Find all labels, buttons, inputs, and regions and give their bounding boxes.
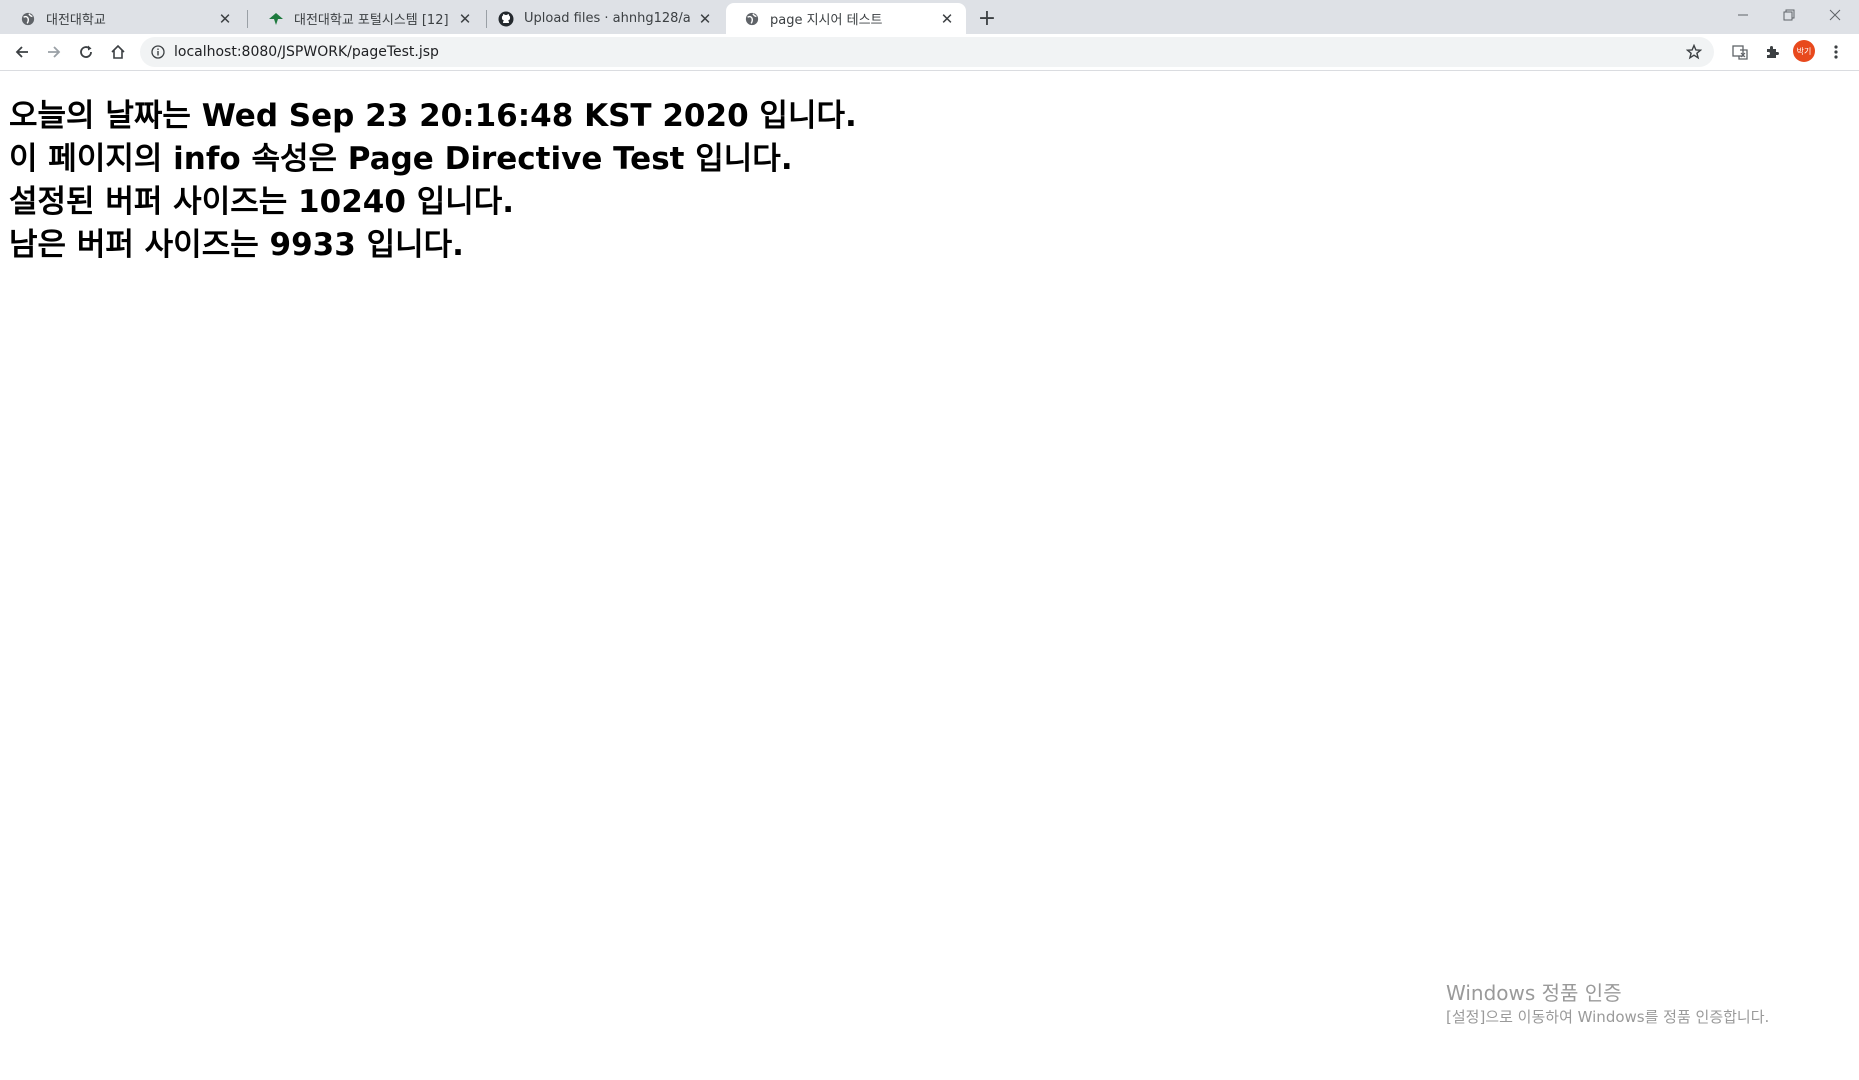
- date-line: 오늘의 날짜는 Wed Sep 23 20:16:48 KST 2020 입니다…: [9, 98, 857, 134]
- restore-button[interactable]: [1766, 0, 1812, 30]
- reload-icon: [80, 45, 92, 58]
- tab-title: 대전대학교 포털시스템 [12]: [294, 13, 449, 28]
- tab-close-button[interactable]: ✕: [696, 10, 714, 28]
- url-text[interactable]: localhost:8080/JSPWORK/pageTest.jsp: [174, 44, 439, 60]
- puzzle-icon: [1767, 46, 1779, 58]
- globe-icon: [20, 11, 36, 27]
- tab-title: page 지시어 테스트: [770, 13, 883, 28]
- tab-title: Upload files · ahnhg128/ahnhg: [524, 11, 690, 26]
- profile-avatar[interactable]: 박기: [1793, 40, 1815, 62]
- browser-window: 대전대학교 ✕ 대전대학교 포털시스템 [12] ✕ Upload files …: [0, 0, 1859, 1080]
- tab-page-directive-test[interactable]: page 지시어 테스트 ✕: [726, 3, 966, 34]
- browser-toolbar: localhost:8080/JSPWORK/pageTest.jsp: [0, 34, 1859, 71]
- arrow-right-icon: [48, 46, 61, 58]
- watermark-subtitle: [설정]으로 이동하여 Windows를 정품 인증합니다.: [1446, 1008, 1770, 1026]
- address-bar[interactable]: localhost:8080/JSPWORK/pageTest.jsp: [140, 37, 1714, 67]
- tab-close-button[interactable]: ✕: [456, 10, 474, 28]
- plus-icon: +: [977, 5, 997, 31]
- new-tab-button[interactable]: +: [974, 5, 1000, 31]
- reload-button[interactable]: [72, 38, 100, 66]
- close-window-button[interactable]: [1812, 0, 1858, 30]
- extensions-button[interactable]: [1760, 40, 1784, 64]
- watermark-title: Windows 정품 인증: [1446, 981, 1622, 1005]
- info-icon[interactable]: [150, 44, 166, 60]
- github-icon: [498, 11, 514, 27]
- close-icon: [1829, 9, 1841, 21]
- globe-icon: [744, 11, 760, 27]
- translate-icon: [1732, 45, 1748, 60]
- tab-daejeon-univ[interactable]: 대전대학교 ✕: [2, 3, 244, 34]
- tab-close-button[interactable]: ✕: [938, 10, 956, 28]
- windows-activation-watermark: Windows 정품 인증 [설정]으로 이동하여 Windows를 정품 인증…: [1446, 980, 1769, 1028]
- bookmark-star-icon[interactable]: [1685, 43, 1703, 60]
- leaf-icon: [268, 11, 284, 27]
- info-line: 이 페이지의 info 속성은 Page Directive Test 입니다.: [9, 141, 793, 177]
- remaining-buffer-line: 남은 버퍼 사이즈는 9933 입니다.: [9, 227, 464, 263]
- minimize-button[interactable]: [1720, 0, 1766, 30]
- arrow-left-icon: [15, 46, 28, 58]
- tab-title: 대전대학교: [46, 13, 106, 28]
- browser-menu-button[interactable]: [1828, 40, 1844, 64]
- more-vert-icon: [1834, 45, 1838, 59]
- home-icon: [111, 44, 125, 59]
- tab-close-button[interactable]: ✕: [216, 10, 234, 28]
- tab-portal-system[interactable]: 대전대학교 포털시스템 [12] ✕: [250, 3, 484, 34]
- restore-icon: [1783, 9, 1795, 21]
- page-viewport: 오늘의 날짜는 Wed Sep 23 20:16:48 KST 2020 입니다…: [0, 71, 1859, 1080]
- back-button[interactable]: [8, 38, 36, 66]
- forward-button[interactable]: [40, 38, 68, 66]
- minimize-icon: [1738, 14, 1748, 16]
- tab-github-upload[interactable]: Upload files · ahnhg128/ahnhg ✕: [480, 3, 724, 34]
- translate-extension-button[interactable]: [1728, 40, 1752, 64]
- tab-strip: 대전대학교 ✕ 대전대학교 포털시스템 [12] ✕ Upload files …: [0, 0, 1859, 34]
- page-content: 오늘의 날짜는 Wed Sep 23 20:16:48 KST 2020 입니다…: [9, 95, 857, 267]
- tab-separator: [247, 10, 248, 28]
- buffer-size-line: 설정된 버퍼 사이즈는 10240 입니다.: [9, 184, 515, 220]
- home-button[interactable]: [104, 38, 132, 66]
